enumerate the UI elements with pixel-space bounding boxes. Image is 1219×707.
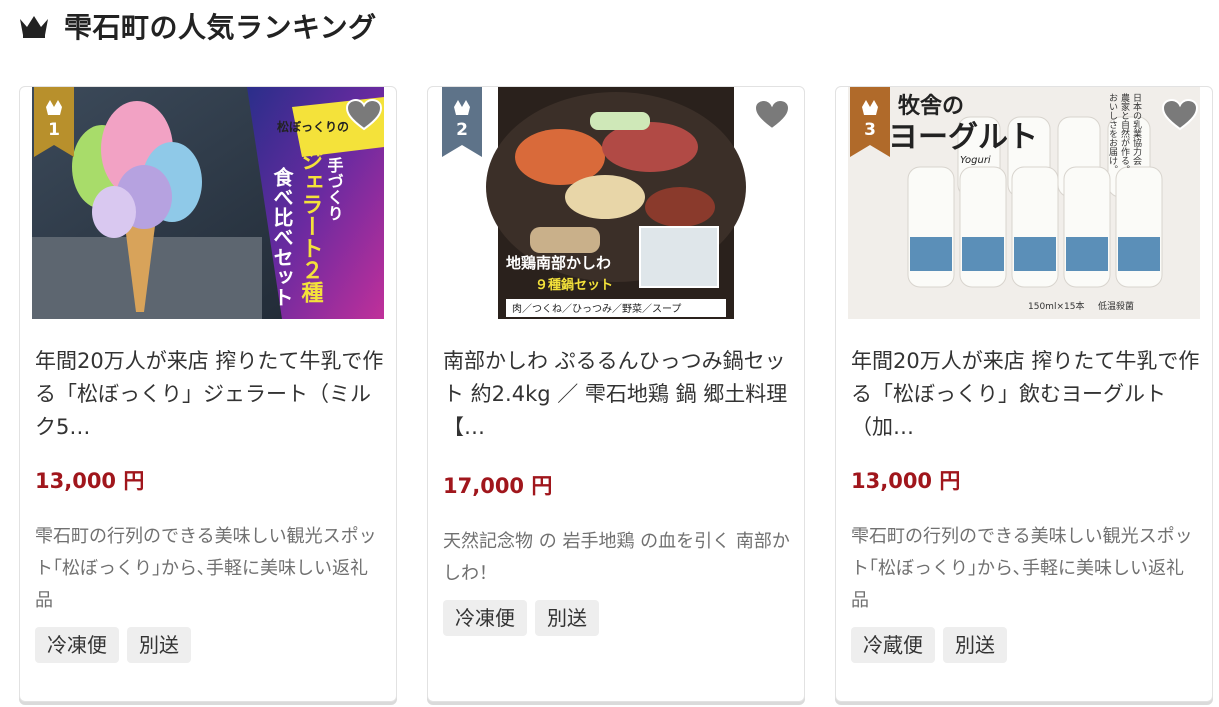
favorite-heart-icon[interactable]: [754, 99, 790, 131]
rank-badge: 1: [34, 87, 74, 157]
tag-separate: 別送: [535, 600, 599, 636]
product-price: 13,000 円: [851, 469, 961, 493]
tag-list: 冷凍便 別送: [443, 600, 599, 636]
product-description: 雫石町の行列のできる美味しい観光スポット｢松ぼっくり｣から､手軽に美味しい返礼品: [851, 526, 1193, 611]
tag-separate: 別送: [127, 627, 191, 663]
product-title[interactable]: 南部かしわ ぷるるんひっつみ鍋セット 約2.4kg ／ 雫石地鶏 鍋 郷土料理【…: [443, 345, 795, 444]
tag-separate: 別送: [943, 627, 1007, 663]
product-image-hotpot[interactable]: 地鶏南部かしわ ９種鍋セット 肉／つくね／ひっつみ／野菜／スープ: [440, 87, 792, 319]
ranking-card-2[interactable]: 地鶏南部かしわ ９種鍋セット 肉／つくね／ひっつみ／野菜／スープ 2 南部かしわ…: [427, 86, 805, 702]
rank-number: 1: [48, 120, 60, 140]
image-label: おいしさをお届け。: [1107, 93, 1118, 174]
product-image-gelato[interactable]: 松ぼっくりの 手づくり ジェラート２種 食べ比べセット: [32, 87, 384, 319]
tag-list: 冷蔵便 別送: [851, 627, 1007, 663]
tag-shipping: 冷凍便: [443, 600, 527, 636]
favorite-heart-icon[interactable]: [346, 99, 382, 131]
crown-icon: [18, 13, 50, 39]
rank-number: 3: [864, 120, 876, 140]
image-label: 地鶏南部かしわ: [506, 254, 611, 272]
image-label: 低温殺菌: [1098, 300, 1134, 312]
tag-list: 冷凍便 別送: [35, 627, 191, 663]
image-label: 150ml×15本: [1028, 300, 1084, 312]
product-description: 天然記念物 の 岩手地鶏 の血を引く 南部かしわ！: [443, 531, 790, 584]
image-label: 肉／つくね／ひっつみ／野菜／スープ: [512, 302, 681, 315]
rank-badge: 2: [442, 87, 482, 157]
image-label: Yoguri: [960, 155, 991, 166]
image-label: 牧舎の: [898, 93, 964, 119]
image-label: 日本の乳業協力会: [1131, 93, 1142, 166]
product-description: 雫石町の行列のできる美味しい観光スポット｢松ぼっくり｣から､手軽に美味しい返礼品: [35, 526, 377, 611]
image-label: ヨーグルト: [888, 120, 1038, 155]
product-price: 17,000 円: [443, 474, 553, 498]
image-label: 松ぼっくりの: [277, 119, 349, 134]
product-price: 13,000 円: [35, 469, 145, 493]
image-label: 手づくり: [325, 156, 344, 221]
tag-shipping: 冷凍便: [35, 627, 119, 663]
image-label: 食べ比べセット: [270, 166, 294, 307]
ranking-card-1[interactable]: 松ぼっくりの 手づくり ジェラート２種 食べ比べセット 1 年間20万人が来店 …: [19, 86, 397, 702]
product-image-yogurt[interactable]: 牧舎の ヨーグルト Yoguri 日本の乳業協力会 農家と自然が作る。 おいしさ…: [848, 87, 1200, 319]
rank-badge: 3: [850, 87, 890, 157]
page-title: 雫石町の人気ランキング: [64, 11, 377, 44]
ranking-heading: 雫石町の人気ランキング: [18, 6, 377, 46]
rank-number: 2: [456, 120, 468, 140]
image-label: ジェラート２種: [298, 149, 324, 303]
product-title[interactable]: 年間20万人が来店 搾りたて牛乳で作る「松ぼっくり」飲むヨーグルト（加…: [851, 345, 1203, 444]
favorite-heart-icon[interactable]: [1162, 99, 1198, 131]
tag-shipping: 冷蔵便: [851, 627, 935, 663]
product-title[interactable]: 年間20万人が来店 搾りたて牛乳で作る「松ぼっくり」ジェラート（ミルク5…: [35, 345, 387, 444]
image-label: ９種鍋セット: [535, 277, 613, 293]
ranking-card-3[interactable]: 牧舎の ヨーグルト Yoguri 日本の乳業協力会 農家と自然が作る。 おいしさ…: [835, 86, 1213, 702]
image-label: 農家と自然が作る。: [1119, 92, 1130, 174]
